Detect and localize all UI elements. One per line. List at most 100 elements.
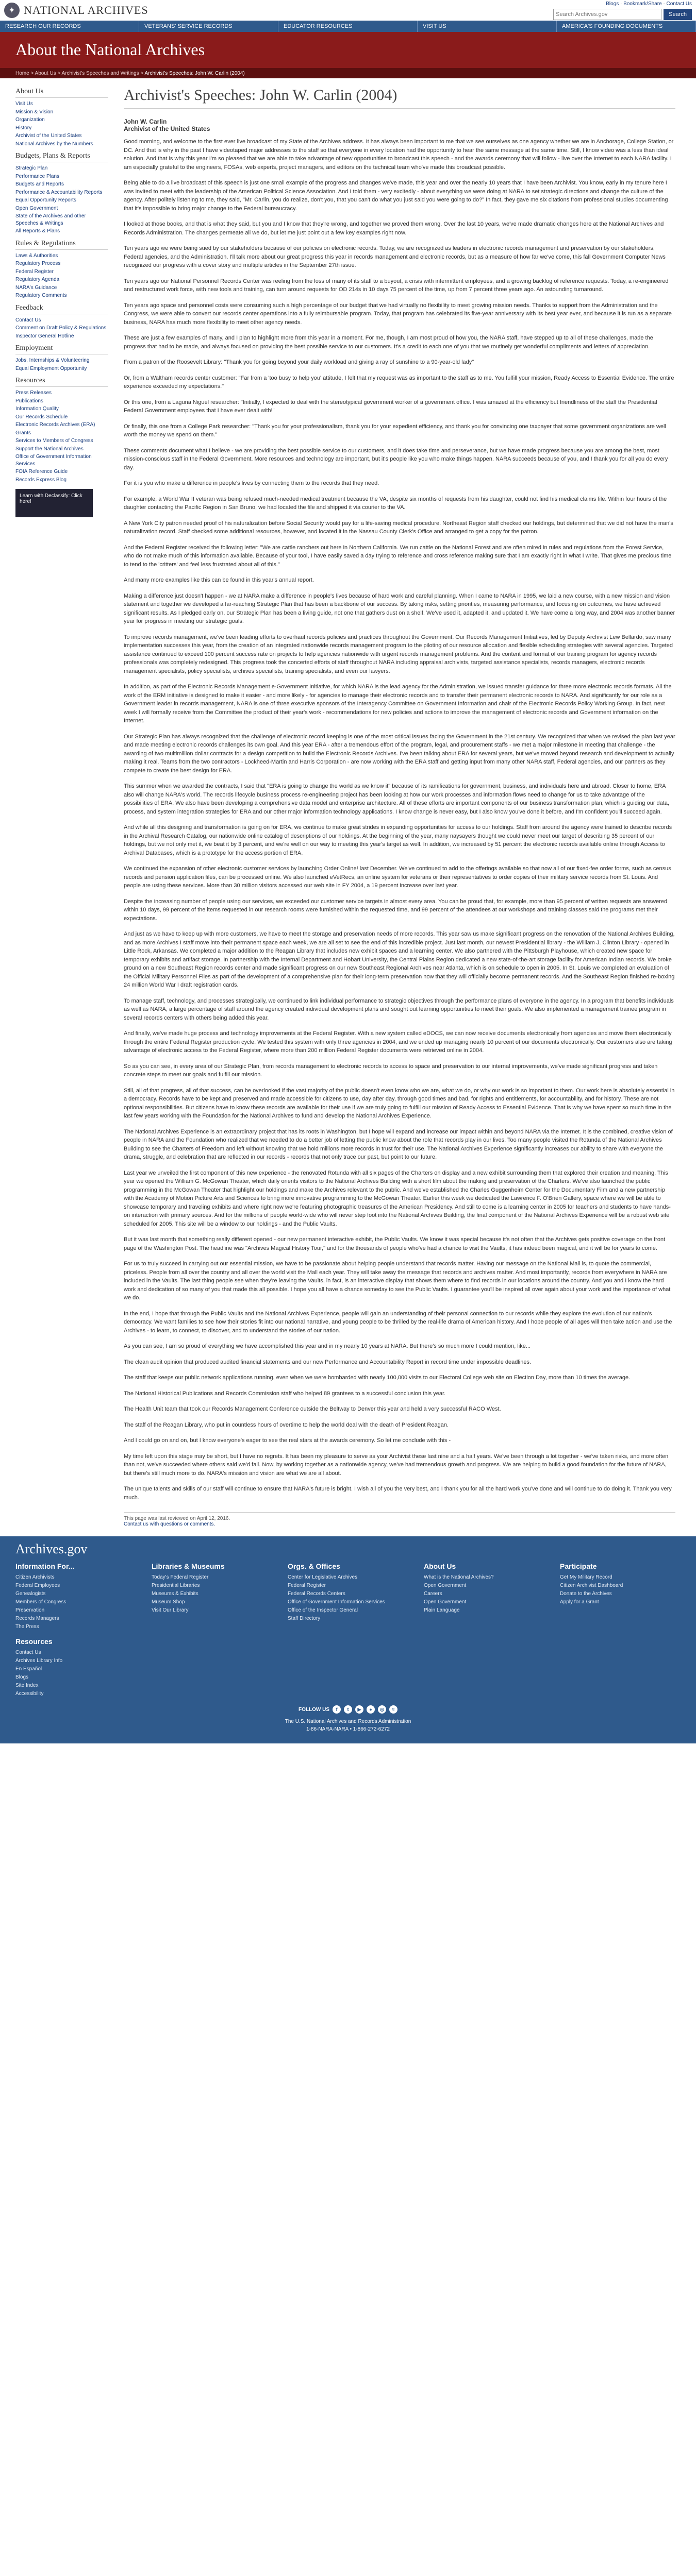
footer-link[interactable]: Accessibility xyxy=(15,1690,681,1698)
instagram-icon[interactable]: ◎ xyxy=(378,1705,386,1714)
footer-link[interactable]: Office of Government Information Service… xyxy=(288,1598,408,1606)
speech-paragraph: A New York City patron needed proof of h… xyxy=(124,520,673,535)
footer-link[interactable]: What is the National Archives? xyxy=(424,1573,544,1582)
footer-link[interactable]: Archives Library Info xyxy=(15,1657,681,1665)
promo-banner[interactable]: Learn with Declassify: Click here! xyxy=(15,489,93,517)
youtube-icon[interactable]: ▶ xyxy=(355,1705,363,1714)
sidebar-item[interactable]: Open Government xyxy=(15,205,108,213)
sidebar-item[interactable]: Comment on Draft Policy & Regulations xyxy=(15,324,108,332)
top-link-blogs[interactable]: Blogs xyxy=(606,1,619,7)
nav-educators[interactable]: Educator Resources xyxy=(278,21,418,32)
footer-link[interactable]: Careers xyxy=(424,1590,544,1598)
sidebar-item[interactable]: Grants xyxy=(15,429,108,437)
footer-link[interactable]: Office of the Inspector General xyxy=(288,1606,408,1615)
footer-link[interactable]: Visit Our Library xyxy=(152,1606,272,1615)
facebook-icon[interactable]: f xyxy=(333,1705,341,1714)
footer-link[interactable]: The Press xyxy=(15,1623,136,1631)
sidebar-item[interactable]: History xyxy=(15,124,108,132)
sidebar-item[interactable]: Budgets and Reports xyxy=(15,180,108,189)
speech-paragraph: Being able to do a live broadcast of thi… xyxy=(124,180,668,212)
breadcrumb-home[interactable]: Home xyxy=(15,71,29,76)
footer-link[interactable]: Federal Employees xyxy=(15,1582,136,1590)
footer-link[interactable]: Contact Us xyxy=(15,1649,681,1657)
sidebar-item[interactable]: Information Quality xyxy=(15,405,108,413)
footer-link[interactable]: Plain Language xyxy=(424,1606,544,1615)
sidebar-item[interactable]: National Archives by the Numbers xyxy=(15,140,108,148)
twitter-icon[interactable]: t xyxy=(344,1705,352,1714)
sidebar-item[interactable]: Publications xyxy=(15,397,108,405)
footer-logo[interactable]: Archives.gov xyxy=(15,1541,681,1557)
sidebar-item[interactable]: Records Express Blog xyxy=(15,476,108,484)
contact-link[interactable]: Contact us with questions or comments. xyxy=(124,1521,215,1527)
logo[interactable]: ✦ NATIONAL ARCHIVES xyxy=(4,3,148,18)
footer-link[interactable]: Preservation xyxy=(15,1606,136,1615)
sidebar-item[interactable]: Jobs, Internships & Volunteering xyxy=(15,357,108,365)
footer-link[interactable]: Records Managers xyxy=(15,1615,136,1623)
footer-link[interactable]: Members of Congress xyxy=(15,1598,136,1606)
footer-link[interactable]: Open Government xyxy=(424,1598,544,1606)
footer-link[interactable]: Presidential Libraries xyxy=(152,1582,272,1590)
sidebar-item[interactable]: All Reports & Plans xyxy=(15,227,108,235)
sidebar-item[interactable]: Strategic Plan xyxy=(15,164,108,173)
sidebar-item[interactable]: Inspector General Hotline xyxy=(15,332,108,341)
footer-link[interactable]: Federal Register xyxy=(288,1582,408,1590)
sidebar-item[interactable]: Equal Opportunity Reports xyxy=(15,196,108,205)
footer-column-title: Resources xyxy=(15,1637,53,1646)
sidebar-item[interactable]: Our Records Schedule xyxy=(15,413,108,421)
sidebar-item[interactable]: Office of Government Information Service… xyxy=(15,453,108,468)
nav-veterans[interactable]: Veterans' Service Records xyxy=(139,21,278,32)
footer-link[interactable]: Site Index xyxy=(15,1682,681,1690)
footer-link[interactable]: Museums & Exhibits xyxy=(152,1590,272,1598)
footer-link[interactable]: Open Government xyxy=(424,1582,544,1590)
sidebar-item[interactable]: Regulatory Comments xyxy=(15,292,108,300)
breadcrumb-current: Archivist's Speeches: John W. Carlin (20… xyxy=(144,71,245,76)
sidebar-item[interactable]: Contact Us xyxy=(15,316,108,325)
sidebar-item[interactable]: Laws & Authorities xyxy=(15,252,108,260)
nav-visit[interactable]: Visit Us xyxy=(418,21,557,32)
footer-link[interactable]: Museum Shop xyxy=(152,1598,272,1606)
sidebar-item[interactable]: FOIA Reference Guide xyxy=(15,468,108,476)
footer-link[interactable]: En Español xyxy=(15,1665,681,1673)
sidebar-item[interactable]: Archivist of the United States xyxy=(15,132,108,140)
footer-link[interactable]: Federal Records Centers xyxy=(288,1590,408,1598)
footer-link[interactable]: Apply for a Grant xyxy=(560,1598,681,1606)
footer-link[interactable]: Center for Legislative Archives xyxy=(288,1573,408,1582)
rss-icon[interactable]: ≈ xyxy=(389,1705,397,1714)
sidebar-item[interactable]: Performance Plans xyxy=(15,173,108,181)
search-button[interactable]: Search xyxy=(664,8,692,20)
footer-column-title: Orgs. & Offices xyxy=(288,1562,340,1570)
sidebar-item[interactable]: Regulatory Agenda xyxy=(15,276,108,284)
sidebar-item[interactable]: Equal Employment Opportunity xyxy=(15,365,108,373)
search-input[interactable] xyxy=(553,8,662,20)
sidebar-item[interactable]: Federal Register xyxy=(15,268,108,276)
sidebar-item[interactable]: Mission & Vision xyxy=(15,108,108,116)
flickr-icon[interactable]: ● xyxy=(367,1705,375,1714)
footer-link[interactable]: Blogs xyxy=(15,1673,681,1682)
footer-link[interactable]: Staff Directory xyxy=(288,1615,408,1623)
nav-research[interactable]: Research Our Records xyxy=(0,21,139,32)
sidebar-item[interactable]: Electronic Records Archives (ERA) xyxy=(15,421,108,429)
footer-link[interactable]: Get My Military Record xyxy=(560,1573,681,1582)
footer-link[interactable]: Genealogists xyxy=(15,1590,136,1598)
sidebar-item[interactable]: Visit Us xyxy=(15,100,108,108)
sidebar-item[interactable]: Performance & Accountability Reports xyxy=(15,189,108,197)
speech-paragraph: And just as we have to keep up with more… xyxy=(124,931,675,988)
sidebar-item[interactable]: State of the Archives and other Speeches… xyxy=(15,212,108,227)
breadcrumb-speeches[interactable]: Archivist's Speeches and Writings xyxy=(62,71,139,76)
sidebar-item[interactable]: Support the National Archives xyxy=(15,445,108,453)
sidebar-item[interactable]: Organization xyxy=(15,116,108,124)
footer-column-title: About Us xyxy=(424,1562,456,1570)
footer-link[interactable]: Donate to the Archives xyxy=(560,1590,681,1598)
sidebar-item[interactable]: NARA's Guidance xyxy=(15,284,108,292)
footer-link[interactable]: Citizen Archivist Dashboard xyxy=(560,1582,681,1590)
sidebar-item[interactable]: Regulatory Process xyxy=(15,260,108,268)
nav-founding-docs[interactable]: America's Founding Documents xyxy=(557,21,696,32)
footer-link[interactable]: Citizen Archivists xyxy=(15,1573,136,1582)
footer-link[interactable]: Today's Federal Register xyxy=(152,1573,272,1582)
top-link-contact[interactable]: Contact Us xyxy=(667,1,692,7)
top-link-bookmark[interactable]: Bookmark/Share xyxy=(623,1,661,7)
sidebar-item[interactable]: Press Releases xyxy=(15,389,108,397)
breadcrumb-about[interactable]: About Us xyxy=(35,71,56,76)
logo-text: NATIONAL ARCHIVES xyxy=(24,4,148,16)
sidebar-item[interactable]: Services to Members of Congress xyxy=(15,437,108,445)
